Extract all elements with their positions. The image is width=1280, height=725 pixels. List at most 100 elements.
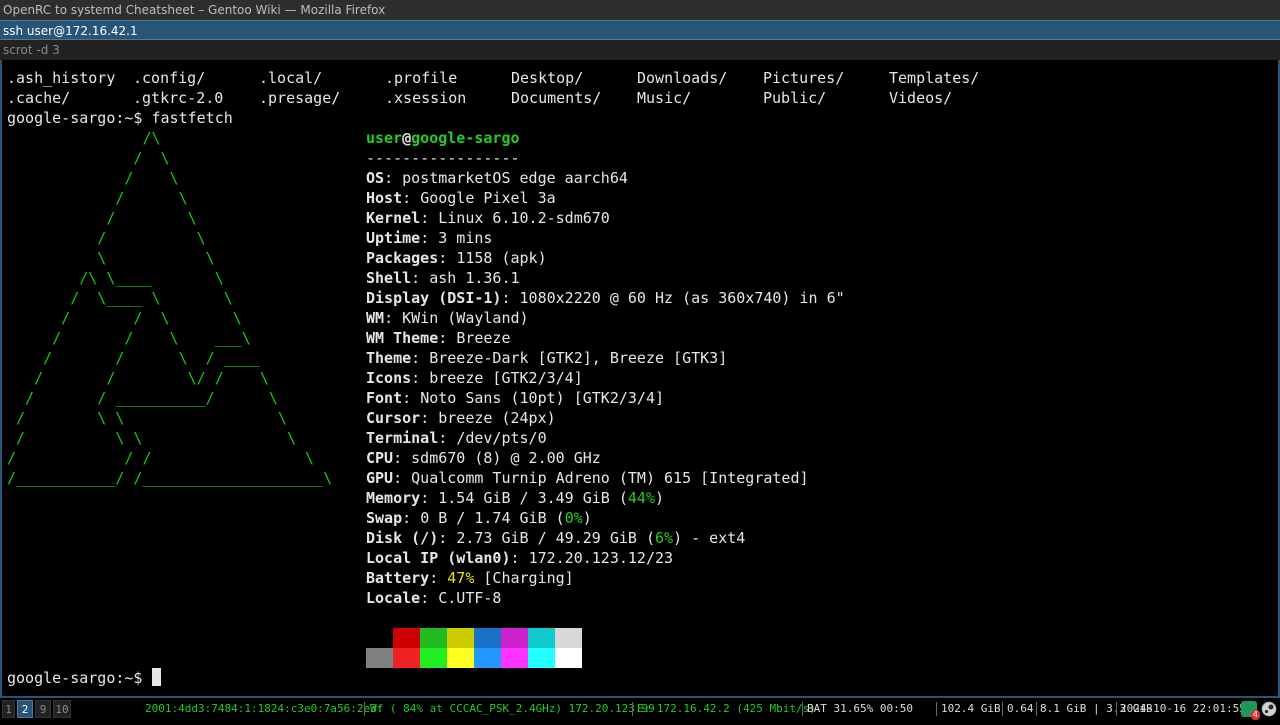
palette-swatch [501, 648, 528, 668]
fetch-memory: Memory: 1.54 GiB / 3.49 GiB (44%) [366, 489, 665, 507]
workspace-9[interactable]: 9 [35, 700, 51, 718]
background-window-title[interactable]: OpenRC to systemd Cheatsheet – Gentoo Wi… [0, 0, 1280, 20]
palette-swatch [528, 648, 555, 668]
steam-icon[interactable] [1261, 701, 1277, 717]
fetch-field: Terminal: /dev/pts/0 [366, 429, 547, 447]
ls-entry: Templates/ [889, 69, 980, 87]
prompt-line: google-sargo:~$ fastfetch [7, 108, 233, 128]
ascii-line: / \____ \ \ [7, 289, 233, 307]
fetch-value: 1080x2220 @ 60 Hz (as 360x740) in 6" [519, 289, 845, 307]
fetch-field: Packages: 1158 (apk) [366, 249, 547, 267]
status-ethernet: E: 172.16.42.2 (425 Mbit/s) [637, 702, 816, 715]
fetch-key: Packages [366, 249, 439, 267]
ascii-line: / / __________/ \ [7, 389, 278, 407]
workspace-2[interactable]: 2 [17, 700, 33, 718]
fetch-field: Host: Google Pixel 3a [366, 189, 556, 207]
status-ipv6: 2001:4dd3:7484:1:1824:c3e0:7a56:2e3f [145, 702, 384, 715]
status-separator [802, 702, 803, 716]
fetch-key: GPU [366, 469, 394, 487]
fetch-value: 3 mins [438, 229, 493, 247]
status-battery: BAT 31.65% 00:50 [807, 702, 913, 715]
workspace-1[interactable]: 1 [2, 700, 15, 718]
palette-swatch [393, 628, 420, 648]
fetch-key: OS [366, 169, 385, 187]
palette-swatch [420, 648, 447, 668]
status-separator [1036, 702, 1037, 716]
ls-entry: Downloads/ [637, 69, 728, 87]
workspace-10[interactable]: 10 [53, 700, 71, 718]
ls-entry: .profile [385, 69, 458, 87]
text-cursor [151, 668, 161, 686]
fetch-field: WM Theme: Breeze [366, 329, 511, 347]
fetch-field: Kernel: Linux 6.10.2-sdm670 [366, 209, 610, 227]
fetch-value: 1158 (apk) [456, 249, 547, 267]
ascii-line: / \ \ \ [7, 429, 296, 447]
fetch-disk: Disk (/): 2.73 GiB / 49.29 GiB (6%) - ex… [366, 529, 746, 547]
palette-swatch [528, 628, 555, 648]
fetch-field: Font: Noto Sans (10pt) [GTK2/3/4] [366, 389, 665, 407]
ascii-line: /\ \____ \ [7, 269, 224, 287]
palette-swatch [555, 628, 582, 648]
fetch-key: Display (DSI-1) [366, 289, 502, 307]
tray-app-icon[interactable]: 4 [1241, 701, 1260, 720]
ls-entry: .gtkrc-2.0 [133, 89, 224, 107]
fetch-field: GPU: Qualcomm Turnip Adreno (TM) 615 [In… [366, 469, 809, 487]
fetch-value: Noto Sans (10pt) [GTK2/3/4] [420, 389, 665, 407]
palette-swatch [393, 648, 420, 668]
ascii-line: / \ [7, 209, 197, 227]
ls-entry: Videos/ [889, 89, 953, 107]
status-wifi: W: ( 84% at CCCAC_PSK_2.4GHz) 172.20.123… [370, 702, 655, 715]
ascii-line: /___________/ /____________________\ [7, 469, 333, 487]
ascii-line: / \ [7, 149, 170, 167]
ls-entry: Public/ [763, 89, 827, 107]
final-prompt: google-sargo:~$ [7, 669, 152, 687]
ls-entry: .ash_history [7, 69, 116, 87]
status-datetime: 2024-10-16 22:01:55 [1120, 702, 1246, 715]
fetch-user: user [366, 129, 403, 147]
ascii-line: / / / \ [7, 449, 315, 467]
palette-swatch [474, 648, 501, 668]
fetch-key: Shell [366, 269, 412, 287]
ls-entry: .xsession [385, 89, 467, 107]
final-prompt-line[interactable]: google-sargo:~$ [7, 668, 161, 688]
ascii-line: \ \ [7, 249, 215, 267]
palette-swatch [447, 628, 474, 648]
fetch-battery: Battery: 47% [Charging] [366, 569, 574, 587]
palette-swatch [555, 648, 582, 668]
inactive-window-title[interactable]: scrot -d 3 [0, 40, 1280, 60]
fetch-value: ash 1.36.1 [429, 269, 520, 287]
ascii-line: / \ [7, 189, 188, 207]
palette-swatch [501, 628, 528, 648]
fetch-field: Shell: ash 1.36.1 [366, 269, 520, 287]
ascii-line: / / \/ / \ [7, 369, 269, 387]
ls-entry: Desktop/ [511, 69, 584, 87]
status-separator [1002, 702, 1003, 716]
ascii-line: / / \ ___\ [7, 329, 251, 347]
active-window-title[interactable]: ssh user@172.16.42.1 [0, 20, 1280, 40]
palette-swatch [447, 648, 474, 668]
fetch-value: Qualcomm Turnip Adreno (TM) 615 [Integra… [411, 469, 809, 487]
fetch-field: Uptime: 3 mins [366, 229, 493, 247]
fetch-key: Cursor [366, 409, 421, 427]
fetch-key: WM Theme [366, 329, 439, 347]
fetch-field: Display (DSI-1): 1080x2220 @ 60 Hz (as 3… [366, 289, 845, 307]
fetch-value: Linux 6.10.2-sdm670 [438, 209, 610, 227]
fetch-field: Cursor: breeze (24px) [366, 409, 556, 427]
fetch-localip: Local IP (wlan0): 172.20.123.12/23 [366, 549, 674, 567]
fetch-key: Kernel [366, 209, 421, 227]
ls-entry: .cache/ [7, 89, 71, 107]
terminal-window[interactable]: .ash_history .config/ .local/ .profile Deskt… [0, 60, 1280, 698]
ls-entry: Music/ [637, 89, 692, 107]
ls-entry: Pictures/ [763, 69, 845, 87]
fetch-value: KWin (Wayland) [402, 309, 529, 327]
status-separator [632, 702, 633, 716]
fetch-field: Theme: Breeze-Dark [GTK2], Breeze [GTK3] [366, 349, 728, 367]
fetch-value: breeze (24px) [438, 409, 556, 427]
fetch-field: CPU: sdm670 (8) @ 2.00 GHz [366, 449, 601, 467]
fetch-field: OS: postmarketOS edge aarch64 [366, 169, 628, 187]
fetch-key: Theme [366, 349, 412, 367]
ascii-line: / / \ \ [7, 309, 242, 327]
fetch-field: WM: KWin (Wayland) [366, 309, 529, 327]
fetch-locale: Locale: C.UTF-8 [366, 589, 502, 607]
fetch-value: Google Pixel 3a [420, 189, 556, 207]
